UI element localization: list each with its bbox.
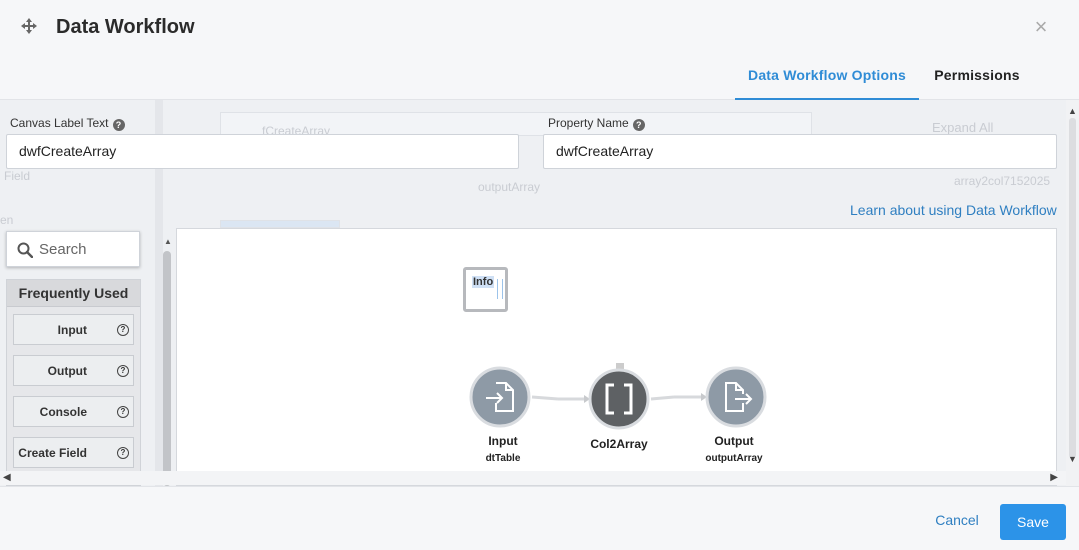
save-button[interactable]: Save: [1000, 504, 1066, 540]
help-icon[interactable]: ?: [632, 119, 645, 131]
scroll-up-icon[interactable]: ▲: [1068, 106, 1077, 116]
workflow-canvas[interactable]: Info Input dtTable Col2Array Output outp…: [176, 228, 1057, 486]
scroll-right-icon[interactable]: ▶: [1050, 472, 1058, 483]
scroll-up-icon[interactable]: ▲: [164, 237, 172, 246]
modal-footer: Cancel Save: [0, 486, 1079, 550]
tab-permissions[interactable]: Permissions: [920, 67, 1034, 100]
help-icon[interactable]: ?: [117, 365, 129, 377]
file-import-icon: [469, 366, 531, 428]
tab-data-workflow-options[interactable]: Data Workflow Options: [735, 67, 919, 100]
palette-item-label: Create Field: [18, 446, 87, 460]
node-subtitle-output: outputArray: [705, 453, 763, 464]
cancel-button[interactable]: Cancel: [925, 505, 989, 535]
ghost-array-label: array2col7152025: [954, 174, 1051, 188]
palette-item-input[interactable]: Input ?: [13, 314, 134, 345]
search-icon: [17, 242, 33, 258]
palette-scrollbar[interactable]: ▲: [163, 235, 172, 486]
scrollbar-thumb[interactable]: [1069, 118, 1076, 458]
palette-item-label: Output: [47, 364, 87, 378]
help-icon[interactable]: ?: [112, 119, 125, 131]
close-icon[interactable]: ×: [1032, 16, 1050, 38]
palette-item-output[interactable]: Output ?: [13, 355, 134, 386]
canvas-label-text-label: Canvas Label Text?: [10, 116, 125, 131]
scroll-left-icon[interactable]: ◀: [3, 472, 11, 483]
file-export-icon: [705, 366, 767, 428]
node-title-col2array: Col2Array: [590, 437, 648, 451]
property-name-label: Property Name?: [548, 116, 645, 131]
modal-header: Data Workflow × Data Workflow Options Pe…: [0, 0, 1079, 100]
connector-col2array-output: [650, 395, 675, 401]
palette-item-console[interactable]: Console ?: [13, 396, 134, 427]
modal-title: Data Workflow: [56, 16, 195, 38]
palette-section-title[interactable]: Frequently Used: [7, 280, 140, 307]
search-placeholder: Search: [39, 241, 87, 258]
body-horizontal-scrollbar[interactable]: ◀ ▶: [0, 471, 1066, 485]
brackets-icon: [588, 368, 650, 430]
help-icon[interactable]: ?: [117, 447, 129, 459]
modal-body: fCreateArray Field en Expand All outputA…: [0, 100, 1079, 486]
property-name-input[interactable]: dwfCreateArray: [543, 134, 1057, 169]
canvas-label-text-input[interactable]: dwfCreateArray: [6, 134, 519, 169]
palette-item-label: Input: [57, 323, 87, 337]
body-vertical-scrollbar[interactable]: ▲ ▼: [1066, 100, 1079, 486]
palette-item-create-field[interactable]: Create Field ?: [13, 437, 134, 468]
scroll-down-icon[interactable]: ▼: [1068, 454, 1077, 464]
ghost-expand-all: Expand All: [932, 120, 994, 135]
palette-item-label: Console: [39, 405, 87, 419]
help-icon[interactable]: ?: [117, 406, 129, 418]
palette-search-input[interactable]: Search: [6, 231, 140, 267]
node-subtitle-input: dtTable: [485, 453, 521, 464]
scrollbar-thumb[interactable]: [163, 251, 171, 486]
ghost-field-text: Field: [4, 169, 31, 183]
help-icon[interactable]: ?: [117, 324, 129, 336]
move-icon[interactable]: [20, 17, 38, 35]
node-title-output: Output: [714, 434, 754, 448]
data-workflow-modal: Data Workflow × Data Workflow Options Pe…: [0, 0, 1079, 550]
learn-about-data-workflow-link[interactable]: Learn about using Data Workflow: [850, 202, 1057, 218]
node-title-input: Input: [488, 434, 518, 448]
workflow-node-col2array[interactable]: [588, 368, 650, 430]
ghost-bar: [220, 220, 340, 228]
ghost-output-array: outputArray: [478, 180, 541, 194]
palette-frequently-used: Frequently Used Input ? Output ? Console…: [6, 279, 141, 486]
connector-input-col2array: [531, 395, 559, 401]
workflow-node-output[interactable]: [705, 366, 767, 428]
ghost-en-text: en: [0, 213, 14, 227]
workflow-node-input[interactable]: [469, 366, 531, 428]
